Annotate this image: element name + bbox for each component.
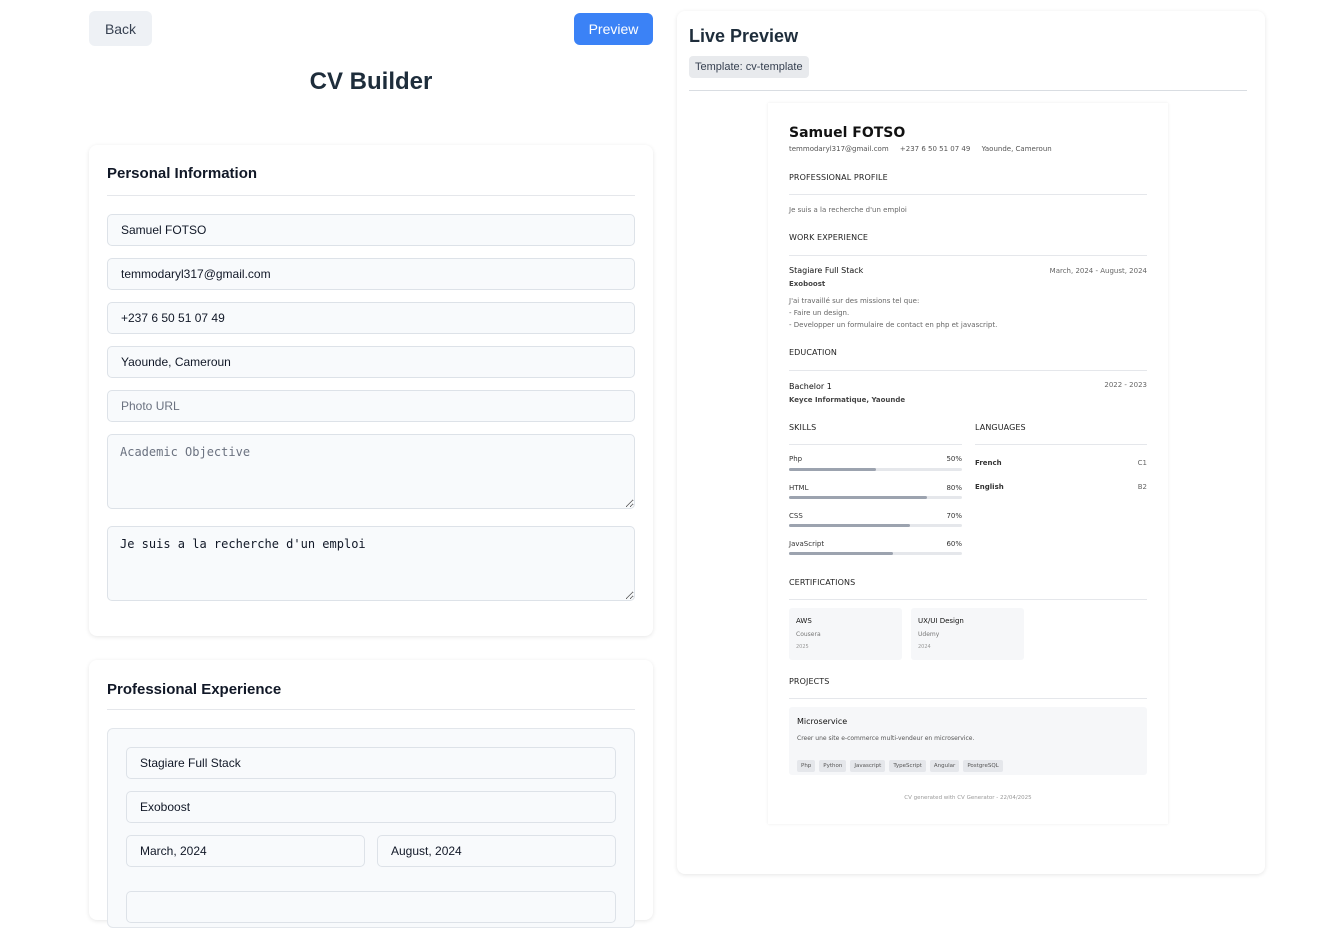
divider [789, 698, 1147, 699]
cv-form-panel: Back Preview CV Builder Personal Informa… [89, 0, 653, 928]
skill-percent: 50% [946, 455, 962, 463]
location-input[interactable] [107, 346, 635, 378]
divider [689, 90, 1247, 91]
skill-bar [789, 468, 962, 471]
preview-button[interactable]: Preview [574, 13, 653, 45]
work-company: Exoboost [789, 280, 826, 288]
profile-heading: PROFESSIONAL PROFILE [789, 173, 888, 182]
certification-name: AWS [796, 617, 812, 625]
academic-objective-textarea[interactable] [107, 434, 635, 509]
skill-name: JavaScript [789, 540, 825, 548]
work-desc-line: J'ai travaillé sur des missions tel que: [789, 297, 920, 305]
divider [789, 370, 1147, 371]
cv-footer: CV generated with CV Generator - 22/04/2… [904, 795, 1032, 801]
position-input[interactable] [126, 747, 616, 779]
certifications-heading: CERTIFICATIONS [789, 578, 856, 587]
work-title: Stagiare Full Stack [789, 266, 864, 275]
phone-input[interactable] [107, 302, 635, 334]
project-tag: Angular [929, 760, 960, 772]
skill-percent: 80% [946, 484, 962, 492]
page-title: CV Builder [309, 68, 433, 95]
experience-entry [107, 728, 635, 928]
divider [789, 194, 1147, 195]
certification-year: 2025 [796, 644, 809, 650]
project-tag: Python [819, 760, 847, 772]
language-name: English [975, 483, 1004, 491]
divider [789, 599, 1147, 600]
work-dates: March, 2024 - August, 2024 [1049, 267, 1147, 275]
certification-name: UX/UI Design [918, 617, 964, 625]
certification-card: UX/UI Design Udemy 2024 [911, 608, 1024, 660]
project-tag: Php [797, 760, 816, 772]
skill-bar [789, 496, 962, 499]
education-school: Keyce Informatique, Yaounde [789, 396, 906, 404]
certification-year: 2024 [918, 644, 931, 650]
template-badge: Template: cv-template [689, 56, 809, 78]
education-dates: 2022 - 2023 [1104, 381, 1147, 389]
summary-textarea[interactable]: Je suis a la recherche d'un emploi [107, 526, 635, 601]
work-desc-line: - Developper un formulaire de contact en… [789, 321, 998, 329]
divider [789, 444, 962, 445]
live-preview-title: Live Preview [689, 26, 799, 46]
cv-location: Yaounde, Cameroun [981, 145, 1052, 153]
skill-bar [789, 524, 962, 527]
profile-text: Je suis a la recherche d'un emploi [789, 206, 907, 214]
certification-issuer: Udemy [918, 631, 940, 638]
skill-bar [789, 552, 962, 555]
education-degree: Bachelor 1 [789, 382, 832, 391]
skill-name: CSS [789, 512, 803, 520]
skill-bar-fill [789, 496, 928, 499]
language-name: French [975, 459, 1002, 467]
projects-heading: PROJECTS [789, 677, 830, 686]
skill-name: HTML [789, 484, 809, 492]
divider [107, 709, 635, 710]
cv-phone: +237 6 50 51 07 49 [899, 145, 971, 153]
live-preview-panel: Live Preview Template: cv-template Samue… [677, 11, 1265, 874]
cv-email: temmodaryl317@gmail.com [789, 145, 889, 153]
skill-bar-fill [789, 524, 911, 527]
cv-name: Samuel FOTSO [789, 125, 906, 141]
language-level: B2 [1137, 483, 1147, 491]
project-tags: Php Python Javascript TypeScript Angular Post… [797, 752, 1007, 772]
project-tag: TypeScript [889, 760, 926, 772]
project-description: Creer une site e-commerce multi-vendeur … [797, 735, 975, 742]
skill-percent: 70% [946, 512, 962, 520]
email-input[interactable] [107, 258, 635, 290]
work-desc-line: - Faire un design. [789, 309, 850, 317]
description-input[interactable] [126, 891, 616, 923]
skill-bar-fill [789, 552, 893, 555]
cv-contact: temmodaryl317@gmail.com +237 6 50 51 07 … [789, 145, 1061, 153]
start-date-input[interactable] [126, 835, 365, 867]
cv-document: Samuel FOTSO temmodaryl317@gmail.com +23… [768, 103, 1168, 824]
divider [107, 195, 635, 196]
project-tag: Javascript [850, 760, 886, 772]
language-level: C1 [1137, 459, 1147, 467]
skill-percent: 60% [946, 540, 962, 548]
education-heading: EDUCATION [789, 348, 837, 357]
end-date-input[interactable] [377, 835, 616, 867]
work-heading: WORK EXPERIENCE [789, 233, 869, 242]
skills-heading: SKILLS [789, 423, 817, 432]
experience-card: Professional Experience [89, 660, 653, 928]
personal-info-heading: Personal Information [107, 165, 258, 182]
certification-issuer: Cousera [796, 631, 821, 638]
photo-url-input[interactable] [107, 390, 635, 422]
skill-bar-fill [789, 468, 876, 471]
divider [789, 255, 1147, 256]
personal-info-card: Personal Information Je suis a la recher… [89, 145, 653, 636]
experience-heading: Professional Experience [107, 681, 282, 698]
project-name: Microservice [797, 717, 848, 726]
skill-name: Php [789, 455, 803, 463]
project-card: Microservice Creer une site e-commerce m… [789, 707, 1147, 775]
certification-card: AWS Cousera 2025 [789, 608, 902, 660]
project-tag: PostgreSQL [963, 760, 1003, 772]
name-input[interactable] [107, 214, 635, 246]
divider [975, 444, 1147, 445]
languages-heading: LANGUAGES [975, 423, 1026, 432]
company-input[interactable] [126, 791, 616, 823]
back-button[interactable]: Back [89, 11, 152, 46]
